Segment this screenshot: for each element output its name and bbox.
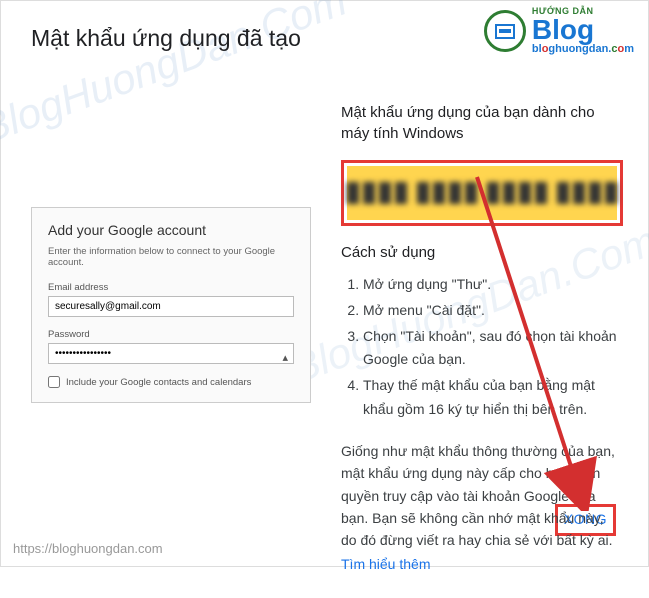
google-account-panel: Add your Google account Enter the inform… <box>31 207 311 403</box>
include-contacts-checkbox[interactable] <box>48 376 60 388</box>
globe-icon <box>484 10 526 52</box>
panel-subtitle: Enter the information below to connect t… <box>48 246 294 268</box>
checkbox-label: Include your Google contacts and calenda… <box>66 377 251 388</box>
step-item: Mở menu "Cài đặt". <box>363 299 623 323</box>
email-field[interactable] <box>48 296 294 317</box>
generated-password <box>347 166 617 220</box>
how-to-heading: Cách sử dụng <box>341 244 623 261</box>
info-paragraph: Giống như mật khẩu thông thường của bạn,… <box>341 440 623 552</box>
password-field[interactable] <box>48 343 294 364</box>
watermark-logo: HƯỚNG DẪN Blog bloghuongdan.com <box>484 7 634 55</box>
app-password-heading: Mật khẩu ứng dụng của bạn dành cho máy t… <box>341 102 623 144</box>
logo-url: bloghuongdan.com <box>532 44 634 55</box>
step-item: Chọn "Tài khoản", sau đó chọn tài khoản … <box>363 325 623 373</box>
step-item: Thay thế mật khẩu của bạn bằng mật khẩu … <box>363 374 623 422</box>
steps-list: Mở ứng dụng "Thư". Mở menu "Cài đặt". Ch… <box>341 273 623 422</box>
step-item: Mở ứng dụng "Thư". <box>363 273 623 297</box>
footer-url: https://bloghuongdan.com <box>13 541 163 556</box>
email-label: Email address <box>48 282 294 293</box>
toggle-password-icon[interactable]: ▴ <box>282 351 288 364</box>
learn-more-link[interactable]: Tìm hiểu thêm <box>341 556 430 572</box>
panel-heading: Add your Google account <box>48 222 294 238</box>
generated-password-box <box>341 160 623 226</box>
password-label: Password <box>48 329 294 340</box>
logo-big-text: Blog <box>532 16 634 44</box>
